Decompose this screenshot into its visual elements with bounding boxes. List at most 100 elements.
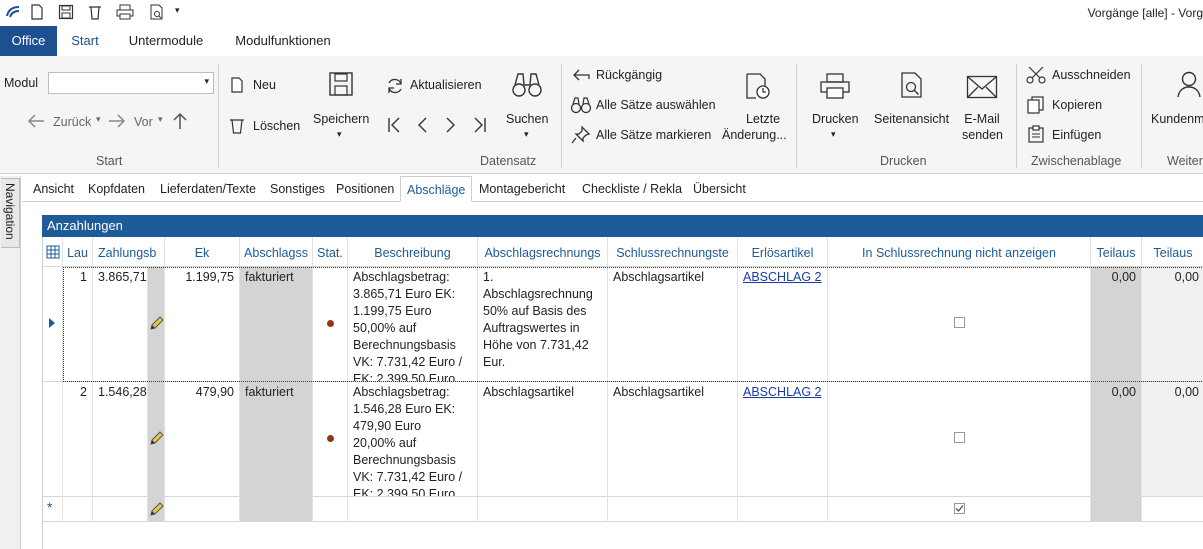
cell-schlussrechnung[interactable]: Abschlagsartikel [608, 382, 738, 497]
modul-select[interactable]: ▾ [48, 72, 214, 94]
cell-edit[interactable] [148, 382, 165, 497]
delete-icon[interactable] [87, 4, 103, 20]
cell-abschlagsstatus[interactable]: fakturiert [240, 382, 313, 497]
cell-teilaus-1[interactable] [1091, 497, 1142, 522]
cell-lau[interactable]: 1 [63, 267, 93, 382]
binoculars-icon[interactable] [511, 71, 543, 99]
tab-lieferdaten[interactable]: Lieferdaten/Texte [160, 176, 256, 202]
print-icon[interactable] [116, 4, 134, 20]
tab-abschlaege[interactable]: Abschläge [400, 176, 473, 202]
cell-edit[interactable] [148, 497, 165, 522]
cell-erloesartikel[interactable] [738, 497, 828, 522]
col-header-teilaus-1[interactable]: Teilaus [1091, 237, 1142, 267]
erloesartikel-link[interactable]: ABSCHLAG 2 [743, 270, 822, 284]
cell-teilaus-1[interactable]: 0,00 [1091, 267, 1142, 382]
save-icon[interactable] [58, 4, 74, 20]
email-label-1[interactable]: E-Mail [963, 112, 1001, 126]
search-button[interactable]: Suchen [506, 112, 548, 126]
recent-changes-icon[interactable] [745, 72, 771, 100]
col-header-nicht-anzeigen[interactable]: In Schlussrechnung nicht anzeigen [828, 237, 1091, 267]
first-record-icon[interactable] [386, 116, 402, 134]
cell-edit[interactable] [148, 267, 165, 382]
cell-zahlungsbetrag[interactable]: 3.865,71 [93, 267, 148, 382]
page-view-button[interactable]: Seitenansicht [874, 112, 949, 126]
email-label-2[interactable]: senden [962, 128, 1003, 142]
next-record-icon[interactable] [444, 116, 458, 134]
cell-lau[interactable]: 2 [63, 382, 93, 497]
tab-montagebericht[interactable]: Montagebericht [479, 176, 565, 202]
col-header-ek[interactable]: Ek [165, 237, 240, 267]
cell-teilaus-2[interactable]: 0,00 [1142, 267, 1203, 382]
save-button[interactable]: Speichern [313, 112, 369, 126]
col-header-beschreibung[interactable]: Beschreibung [348, 237, 478, 267]
cell-teilaus-2[interactable]: 0,00 [1142, 382, 1203, 497]
undo-icon[interactable] [571, 66, 591, 82]
previous-record-icon[interactable] [415, 116, 429, 134]
tab-kopfdaten[interactable]: Kopfdaten [88, 176, 145, 202]
refresh-button[interactable]: Aktualisieren [410, 78, 482, 92]
cell-beschreibung[interactable]: Abschlagsbetrag: 3.865,71 Euro EK: 1.199… [348, 267, 478, 382]
delete-button[interactable]: Löschen [253, 119, 300, 133]
tab-ansicht[interactable]: Ansicht [33, 176, 74, 202]
print-preview-icon[interactable] [149, 4, 165, 20]
navigation-tab[interactable]: Navigation [1, 178, 20, 248]
cell-erloesartikel[interactable]: ABSCHLAG 2 [738, 382, 828, 497]
hide-in-final-invoice-checkbox-checked[interactable] [954, 503, 965, 514]
recent-changes-label-2[interactable]: Änderung... [722, 128, 787, 142]
cell-abschlagsrechnung[interactable]: 1. Abschlagsrechnung 50% auf Basis des A… [478, 267, 608, 382]
col-header-abschlagsrechnung[interactable]: Abschlagsrechnungs [478, 237, 608, 267]
select-all-button[interactable]: Alle Sätze auswählen [596, 98, 716, 112]
col-header-schlussrechnung[interactable]: Schlussrechnungste [608, 237, 738, 267]
col-header-status[interactable]: Stat. [313, 237, 348, 267]
forward-dropdown-icon[interactable]: ▾ [158, 114, 163, 125]
new-icon[interactable] [230, 77, 244, 93]
refresh-icon[interactable] [386, 77, 404, 95]
back-dropdown-icon[interactable]: ▾ [96, 114, 101, 125]
new-button[interactable]: Neu [253, 78, 276, 92]
print-large-icon[interactable] [819, 72, 851, 100]
tab-checkliste[interactable]: Checkliste / Rekla [582, 176, 682, 202]
save-large-icon[interactable] [328, 71, 354, 97]
forward-button[interactable]: Vor [134, 115, 153, 129]
menu-start[interactable]: Start [62, 26, 108, 56]
col-header-zahlungsbetrag[interactable]: Zahlungsb [93, 237, 165, 267]
col-header-erloesartikel[interactable]: Erlösartikel [738, 237, 828, 267]
email-icon[interactable] [966, 75, 998, 99]
erloesartikel-link[interactable]: ABSCHLAG 2 [743, 385, 822, 399]
cell-erloesartikel[interactable]: ABSCHLAG 2 [738, 267, 828, 382]
recent-changes-label-1[interactable]: Letzte [737, 112, 789, 126]
cell-abschlagsrechnung[interactable]: Abschlagsartikel [478, 382, 608, 497]
row-selector[interactable] [43, 382, 63, 497]
col-header-lau[interactable]: Lau [63, 237, 93, 267]
new-row-asterisk-icon[interactable]: * [43, 497, 63, 522]
tab-sonstiges[interactable]: Sonstiges [270, 176, 325, 202]
menu-office[interactable]: Office [0, 26, 57, 56]
copy-icon[interactable] [1027, 96, 1045, 114]
cell-beschreibung[interactable] [348, 497, 478, 522]
cell-ek[interactable]: 1.199,75 [165, 267, 240, 382]
cell-status[interactable] [313, 382, 348, 497]
cell-ek[interactable] [165, 497, 240, 522]
forward-arrow-icon[interactable] [107, 112, 127, 130]
menu-untermodule[interactable]: Untermodule [118, 26, 214, 56]
mark-all-button[interactable]: Alle Sätze markieren [596, 128, 711, 142]
select-all-icon[interactable] [570, 96, 592, 114]
hide-in-final-invoice-checkbox[interactable] [954, 432, 965, 443]
col-header-abschlagsstatus[interactable]: Abschlagss [240, 237, 313, 267]
cell-teilaus-2[interactable] [1142, 497, 1203, 522]
row-selector[interactable] [43, 267, 63, 382]
save-dropdown-icon[interactable]: ▾ [337, 129, 342, 140]
customer-button[interactable]: Kundenm [1151, 112, 1203, 126]
search-dropdown-icon[interactable]: ▾ [524, 129, 529, 140]
menu-modulfunktionen[interactable]: Modulfunktionen [224, 26, 342, 56]
grid-settings-icon[interactable] [43, 237, 63, 267]
cell-beschreibung[interactable]: Abschlagsbetrag: 1.546,28 Euro EK: 479,9… [348, 382, 478, 497]
tab-positionen[interactable]: Positionen [336, 176, 394, 202]
cell-abschlagsrechnung[interactable] [478, 497, 608, 522]
cell-lau[interactable] [63, 497, 93, 522]
pin-icon[interactable] [571, 126, 591, 144]
cell-schlussrechnung[interactable]: Abschlagsartikel [608, 267, 738, 382]
cut-button[interactable]: Ausschneiden [1052, 68, 1131, 82]
copy-button[interactable]: Kopieren [1052, 98, 1102, 112]
hide-in-final-invoice-checkbox[interactable] [954, 317, 965, 328]
